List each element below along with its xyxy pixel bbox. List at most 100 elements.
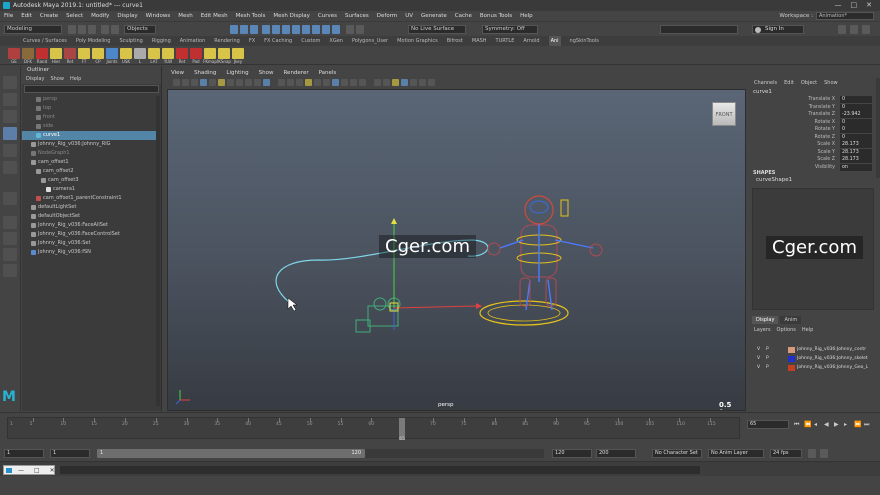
- layer-menu-layers[interactable]: Layers: [754, 327, 771, 333]
- smooth-shade-icon[interactable]: [287, 79, 294, 86]
- shelf-tab-sculpting[interactable]: Sculpting: [119, 36, 142, 46]
- shelf-tab-polygons-user[interactable]: Polygons_User: [352, 36, 388, 46]
- grid-icon[interactable]: [209, 79, 216, 86]
- mini-minimize-button[interactable]: —: [18, 466, 24, 475]
- shape-name[interactable]: curveShape1: [756, 177, 792, 183]
- viewport-menu-shading[interactable]: Shading: [194, 68, 216, 78]
- select-camera-icon[interactable]: [173, 79, 180, 86]
- menu-curves[interactable]: Curves: [318, 11, 337, 21]
- attribute-value-field[interactable]: on: [840, 163, 872, 171]
- layer-row[interactable]: V P Johnny_Rig_v036:Johnny_contr: [752, 346, 876, 354]
- outliner-item[interactable]: Johnny_Rig_v036:FaceAllSet: [22, 221, 156, 230]
- shelf-tab-rigging[interactable]: Rigging: [152, 36, 171, 46]
- shelf-tab-ani[interactable]: Ani: [548, 36, 561, 46]
- shelf-icon-ft[interactable]: [78, 48, 90, 59]
- film-gate-icon[interactable]: [218, 79, 225, 86]
- shelf-tab-motion-graphics[interactable]: Motion Graphics: [397, 36, 438, 46]
- attribute-editor-icon[interactable]: [850, 25, 858, 34]
- step-back-frame-icon[interactable]: ◂: [814, 421, 822, 428]
- playback-end-field[interactable]: 120: [552, 449, 592, 458]
- save-scene-icon[interactable]: [88, 25, 96, 34]
- menu-display[interactable]: Display: [117, 11, 137, 21]
- time-slider-track[interactable]: 1510152025303540455055606570758085909510…: [7, 417, 740, 440]
- shelf-icon-cp[interactable]: [92, 48, 104, 59]
- channel-menu-show[interactable]: Show: [824, 80, 838, 86]
- shelf-icon-ret[interactable]: [64, 48, 76, 59]
- channel-menu-channels[interactable]: Channels: [754, 80, 777, 86]
- shelf-icon-l[interactable]: [134, 48, 146, 59]
- depth-of-field-icon[interactable]: [359, 79, 366, 86]
- menu-set-dropdown[interactable]: Modeling: [4, 25, 62, 34]
- auto-key-icon[interactable]: [808, 449, 816, 458]
- attribute-name[interactable]: Scale Y: [750, 149, 838, 157]
- wireframe-icon[interactable]: [278, 79, 285, 86]
- shelf-icon-jkey[interactable]: [232, 48, 244, 59]
- play-forward-icon[interactable]: ▶: [834, 421, 842, 428]
- modeling-toolkit-icon[interactable]: [838, 25, 846, 34]
- ipr-render-icon[interactable]: [322, 25, 330, 34]
- snap-curve-icon[interactable]: [272, 25, 280, 34]
- animation-start-field[interactable]: 1: [4, 449, 44, 458]
- shelf-icon-pad[interactable]: [190, 48, 202, 59]
- channel-box-toggle-icon[interactable]: [862, 25, 870, 34]
- menu-deform[interactable]: Deform: [377, 11, 397, 21]
- shelf-tab-turtle[interactable]: TURTLE: [496, 36, 515, 46]
- outliner-item[interactable]: cam_offset1_parentConstraint1: [22, 194, 156, 203]
- persp-outliner-layout-icon[interactable]: [3, 232, 17, 245]
- outliner-item[interactable]: persp: [22, 95, 156, 104]
- viewport-menu-renderer[interactable]: Renderer: [283, 68, 308, 78]
- outliner-item[interactable]: cam_offset1: [22, 158, 156, 167]
- menu-cache[interactable]: Cache: [455, 11, 472, 21]
- snap-grid-icon[interactable]: [262, 25, 270, 34]
- textured-icon[interactable]: [305, 79, 312, 86]
- layer-visibility-toggle[interactable]: V: [757, 364, 760, 372]
- outliner-item[interactable]: Johnny_Rig_v036:fSN: [22, 248, 156, 257]
- workspace-dropdown[interactable]: Animation*: [816, 12, 874, 20]
- shelf-icon-lat[interactable]: [148, 48, 160, 59]
- menu-windows[interactable]: Windows: [146, 11, 171, 21]
- playback-options-icon[interactable]: [820, 449, 828, 458]
- attribute-value-field[interactable]: 0: [840, 96, 872, 103]
- move-tool-icon[interactable]: [3, 127, 17, 140]
- layer-playback-toggle[interactable]: P: [766, 346, 769, 354]
- command-input[interactable]: [60, 466, 700, 474]
- step-forward-frame-icon[interactable]: ▸: [844, 421, 852, 428]
- rotate-tool-icon[interactable]: [3, 144, 17, 157]
- open-scene-icon[interactable]: [78, 25, 86, 34]
- outliner-item[interactable]: NodeGraph1: [22, 149, 156, 158]
- shelf-icon-rand[interactable]: [36, 48, 48, 59]
- attribute-name[interactable]: Rotate Y: [750, 126, 838, 134]
- maximize-button[interactable]: □: [851, 0, 858, 11]
- go-to-end-icon[interactable]: ⏭: [864, 421, 872, 428]
- layer-color-swatch[interactable]: [788, 356, 795, 362]
- shelf-tab-custom[interactable]: Custom: [301, 36, 320, 46]
- outliner-item[interactable]: Johnny_Rig_v036:FaceControlSet: [22, 230, 156, 239]
- attribute-name[interactable]: Rotate X: [750, 119, 838, 127]
- shelf-icon-hier[interactable]: [50, 48, 62, 59]
- persp-graph-layout-icon[interactable]: [3, 248, 17, 261]
- shelf-tab-mash[interactable]: MASH: [472, 36, 487, 46]
- layer-row[interactable]: V P Johnny_Rig_v036:Johnny_Geo_L: [752, 364, 876, 372]
- xray-icon[interactable]: [383, 79, 390, 86]
- layer-playback-toggle[interactable]: P: [766, 355, 769, 363]
- attribute-value-field[interactable]: -23.942: [840, 111, 872, 118]
- attribute-value-field[interactable]: 0: [840, 126, 872, 133]
- layer-visibility-toggle[interactable]: V: [757, 355, 760, 363]
- outliner-item[interactable]: defaultObjectSet: [22, 212, 156, 221]
- menu-select[interactable]: Select: [66, 11, 83, 21]
- shelf-icon-usk[interactable]: [120, 48, 132, 59]
- outliner-item[interactable]: camera1: [22, 185, 156, 194]
- shelf-tab-curves-surfaces[interactable]: Curves / Surfaces: [23, 36, 67, 46]
- redo-icon[interactable]: [111, 25, 119, 34]
- snap-view-plane-icon[interactable]: [292, 25, 300, 34]
- layer-color-swatch[interactable]: [788, 365, 795, 371]
- sign-in-button[interactable]: Sign In: [752, 25, 804, 34]
- view-cube[interactable]: FRONT: [712, 102, 736, 126]
- outliner-menu-help[interactable]: Help: [70, 75, 81, 84]
- default-material-icon[interactable]: [296, 79, 303, 86]
- fps-dropdown[interactable]: 24 fps: [770, 449, 802, 458]
- use-all-lights-icon[interactable]: [314, 79, 321, 86]
- shelf-tab-poly-modeling[interactable]: Poly Modeling: [76, 36, 111, 46]
- shelf-icon-iksnap[interactable]: [218, 48, 230, 59]
- render-view-icon[interactable]: [356, 25, 364, 34]
